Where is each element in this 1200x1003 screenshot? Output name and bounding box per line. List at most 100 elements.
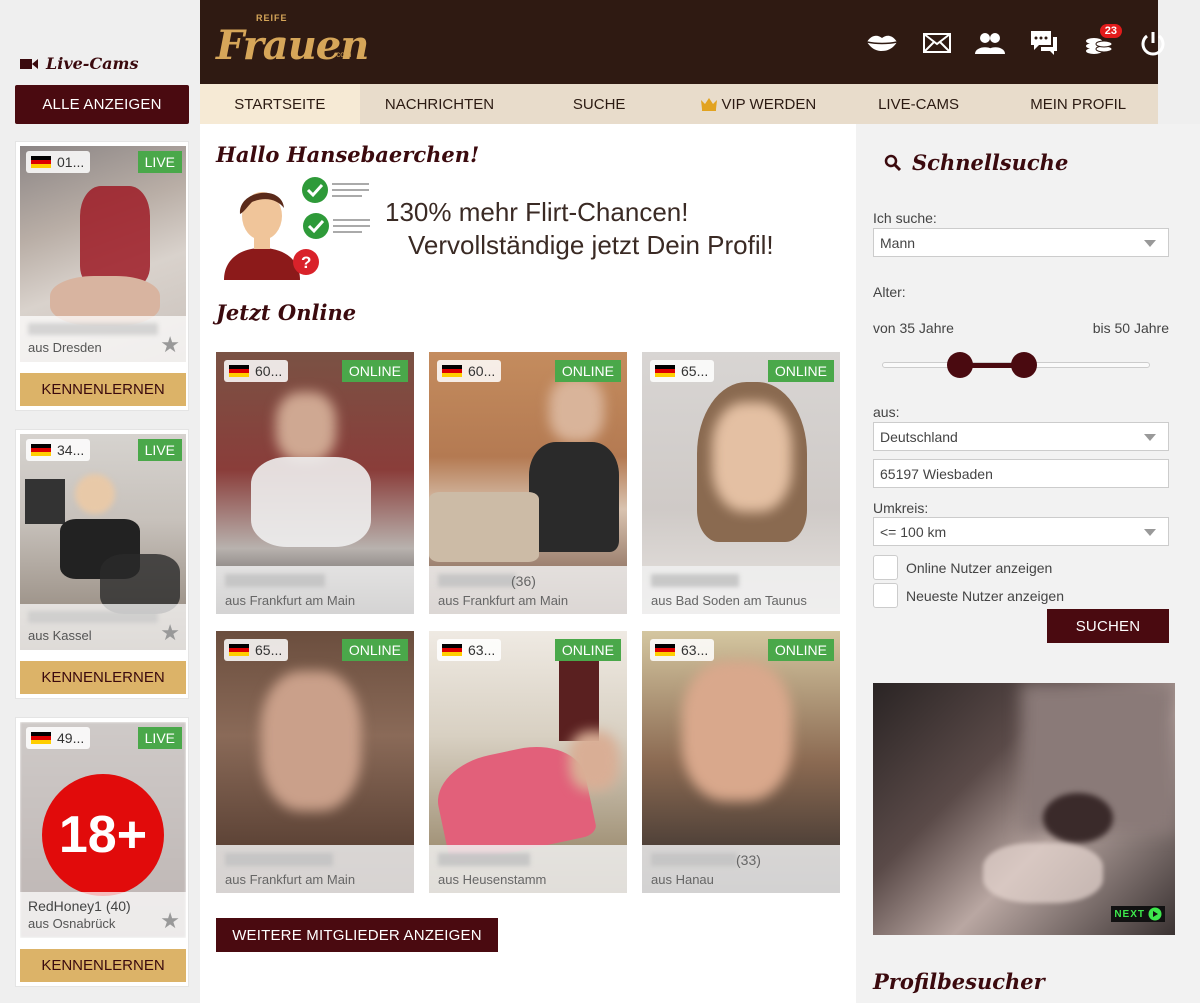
play-icon xyxy=(1148,907,1162,921)
online-users-checkbox[interactable]: Online Nutzer anzeigen xyxy=(873,555,1052,580)
more-members-button[interactable]: WEITERE MITGLIEDER ANZEIGEN xyxy=(216,918,498,952)
video-camera-icon xyxy=(20,58,38,69)
age-range-slider[interactable] xyxy=(882,352,1150,378)
age-text: 65... xyxy=(681,363,709,379)
online-title: Jetzt Online xyxy=(216,300,357,325)
radius-value: <= 100 km xyxy=(880,523,947,540)
cam-card[interactable]: 18+ 49... LIVE RedHoney1 (40) aus Osnabr… xyxy=(15,717,189,987)
nav-suche[interactable]: SUCHE xyxy=(519,84,679,124)
chat-icon[interactable] xyxy=(1027,26,1061,60)
online-badge: ONLINE xyxy=(341,639,408,661)
coins-icon[interactable]: 23 xyxy=(1082,24,1122,60)
ad-banner[interactable]: NEXT xyxy=(873,683,1175,935)
cam-info: aus Kassel ★ xyxy=(20,604,186,650)
age-badge: 01... xyxy=(26,151,91,173)
location-input[interactable]: 65197 Wiesbaden xyxy=(873,459,1169,488)
age-text: 63... xyxy=(681,642,709,658)
profile-visitors-title: Profilbesucher xyxy=(873,969,1045,994)
cam-photo[interactable]: 01... LIVE aus Dresden ★ xyxy=(20,146,186,362)
quick-search-title: Schnellsuche xyxy=(884,150,1068,175)
quick-search-panel: Schnellsuche Ich suche: Mann Alter: von … xyxy=(856,124,1200,1003)
member-card[interactable]: 63... ONLINE aus Heusenstamm xyxy=(429,631,627,893)
member-card[interactable]: 65... ONLINE aus Frankfurt am Main xyxy=(216,631,414,893)
meet-button[interactable]: KENNENLERNEN xyxy=(20,373,186,406)
lips-icon[interactable] xyxy=(865,26,899,60)
age-text: 60... xyxy=(468,363,496,379)
cam-photo[interactable]: 18+ 49... LIVE RedHoney1 (40) aus Osnabr… xyxy=(20,722,186,938)
favorite-star-icon[interactable]: ★ xyxy=(160,334,180,356)
from-label: aus: xyxy=(873,404,900,420)
radius-select[interactable]: <= 100 km xyxy=(873,517,1169,546)
nav-mein-profil[interactable]: MEIN PROFIL xyxy=(998,84,1158,124)
member-info: aus Bad Soden am Taunus xyxy=(642,566,840,614)
age-badge: 63... xyxy=(650,639,715,661)
chevron-down-icon xyxy=(1144,434,1156,441)
site-logo[interactable]: REIFE Frauen .com xyxy=(216,8,369,78)
age-badge: 65... xyxy=(224,639,289,661)
logo-suffix: .com xyxy=(334,50,352,59)
slider-handle-max[interactable] xyxy=(1011,352,1037,378)
users-icon[interactable] xyxy=(973,26,1007,60)
chevron-down-icon xyxy=(1144,240,1156,247)
live-badge: LIVE xyxy=(137,727,182,749)
meet-button[interactable]: KENNENLERNEN xyxy=(20,949,186,982)
german-flag-icon xyxy=(31,156,51,168)
live-cams-sidebar: Live-Cams ALLE ANZEIGEN 01... LIVE aus D… xyxy=(0,0,200,1003)
banner-subline[interactable]: Vervollständige jetzt Dein Profil! xyxy=(408,230,774,261)
nav-startseite[interactable]: STARTSEITE xyxy=(200,84,360,124)
online-badge: ONLINE xyxy=(554,639,621,661)
german-flag-icon xyxy=(655,644,675,656)
german-flag-icon xyxy=(229,644,249,656)
show-all-button[interactable]: ALLE ANZEIGEN xyxy=(15,85,189,124)
main-content: Hallo Hansebaerchen! ? 130% mehr Flirt-C… xyxy=(200,124,856,1003)
slider-handle-min[interactable] xyxy=(947,352,973,378)
live-cams-title-text: Live-Cams xyxy=(46,54,139,73)
checkbox[interactable] xyxy=(873,555,898,580)
member-card[interactable]: 60... ONLINE (36) aus Frankfurt am Main xyxy=(429,352,627,614)
mail-icon[interactable] xyxy=(920,26,954,60)
member-city: aus Hanau xyxy=(651,872,714,887)
chevron-down-icon xyxy=(1144,529,1156,536)
favorite-star-icon[interactable]: ★ xyxy=(160,622,180,644)
nav-vip[interactable]: VIP WERDEN xyxy=(679,84,839,124)
cam-photo[interactable]: 34... LIVE aus Kassel ★ xyxy=(20,434,186,650)
search-icon xyxy=(884,154,902,171)
member-city: aus Frankfurt am Main xyxy=(225,872,356,887)
blurred-name xyxy=(225,574,325,587)
cam-city: aus Osnabrück xyxy=(28,916,116,931)
member-card[interactable]: 65... ONLINE aus Bad Soden am Taunus xyxy=(642,352,840,614)
profile-completion-illustration[interactable]: ? xyxy=(222,176,372,280)
banner-headline[interactable]: 130% mehr Flirt-Chancen! xyxy=(385,197,688,228)
checkbox[interactable] xyxy=(873,583,898,608)
next-badge[interactable]: NEXT xyxy=(1111,906,1165,922)
blurred-name xyxy=(651,574,739,587)
favorite-star-icon[interactable]: ★ xyxy=(160,910,180,932)
member-city: aus Bad Soden am Taunus xyxy=(651,593,807,608)
age-badge: 49... xyxy=(26,727,91,749)
country-select[interactable]: Deutschland xyxy=(873,422,1169,451)
age-badge: 60... xyxy=(224,360,289,382)
newest-users-checkbox[interactable]: Neueste Nutzer anzeigen xyxy=(873,583,1064,608)
looking-for-select[interactable]: Mann xyxy=(873,228,1169,257)
age-badge: 63... xyxy=(437,639,502,661)
newest-users-label: Neueste Nutzer anzeigen xyxy=(906,587,1064,604)
meet-button[interactable]: KENNENLERNEN xyxy=(20,661,186,694)
search-submit-button[interactable]: SUCHEN xyxy=(1047,609,1169,643)
nav-live-cams[interactable]: LIVE-CAMS xyxy=(839,84,999,124)
online-users-label: Online Nutzer anzeigen xyxy=(906,559,1053,576)
member-card[interactable]: 60... ONLINE aus Frankfurt am Main xyxy=(216,352,414,614)
quick-search-title-text: Schnellsuche xyxy=(912,150,1069,175)
power-icon[interactable] xyxy=(1136,26,1170,60)
blurred-name xyxy=(225,853,333,866)
online-badge: ONLINE xyxy=(767,639,834,661)
cam-info: RedHoney1 (40) aus Osnabrück ★ xyxy=(20,892,186,938)
nav-nachrichten[interactable]: NACHRICHTEN xyxy=(360,84,520,124)
cam-card[interactable]: 34... LIVE aus Kassel ★ KENNENLERNEN xyxy=(15,429,189,699)
cam-card[interactable]: 01... LIVE aus Dresden ★ KENNENLERNEN xyxy=(15,141,189,411)
coin-count-badge: 23 xyxy=(1099,24,1122,38)
age-label: Alter: xyxy=(873,284,906,300)
next-label: NEXT xyxy=(1114,908,1145,920)
online-badge: ONLINE xyxy=(554,360,621,382)
member-card[interactable]: 63... ONLINE (33) aus Hanau xyxy=(642,631,840,893)
member-info: aus Heusenstamm xyxy=(429,845,627,893)
